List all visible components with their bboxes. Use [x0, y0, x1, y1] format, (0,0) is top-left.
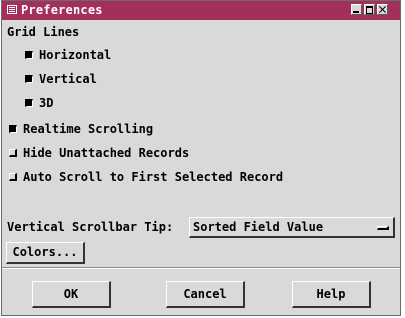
- auto-scroll-checkbox[interactable]: [9, 173, 17, 181]
- scrollbar-tip-label: Vertical Scrollbar Tip:: [7, 220, 174, 234]
- 3d-checkbox[interactable]: [25, 99, 33, 107]
- vertical-checkbox[interactable]: [25, 75, 33, 83]
- cancel-button[interactable]: Cancel: [166, 281, 245, 308]
- auto-scroll-label: Auto Scroll to First Selected Record: [23, 170, 284, 184]
- horizontal-checkbox[interactable]: [25, 51, 33, 59]
- ok-button[interactable]: OK: [32, 281, 111, 308]
- horizontal-label: Horizontal: [39, 48, 112, 62]
- hide-unattached-label: Hide Unattached Records: [23, 146, 190, 160]
- minimize-icon[interactable]: [351, 4, 362, 15]
- scrollbar-tip-dropdown[interactable]: Sorted Field Value: [189, 217, 395, 238]
- hide-unattached-checkbox[interactable]: [9, 149, 17, 157]
- help-button[interactable]: Help: [292, 281, 371, 308]
- 3d-label: 3D: [39, 96, 54, 110]
- vertical-label: Vertical: [39, 72, 97, 86]
- divider: [2, 267, 400, 269]
- scrollbar-tip-value: Sorted Field Value: [193, 220, 324, 234]
- colors-button[interactable]: Colors...: [6, 242, 85, 264]
- window-title: Preferences: [21, 3, 103, 17]
- realtime-scrolling-label: Realtime Scrolling: [23, 122, 154, 136]
- close-icon[interactable]: [377, 4, 388, 15]
- maximize-icon[interactable]: [364, 4, 375, 15]
- window-menu-icon[interactable]: [7, 5, 17, 14]
- option-menu-indicator-icon: [377, 226, 389, 230]
- realtime-scrolling-checkbox[interactable]: [9, 125, 17, 133]
- title-bar[interactable]: Preferences: [2, 1, 400, 20]
- grid-lines-label: Grid Lines: [7, 25, 80, 39]
- preferences-dialog: Preferences Grid Lines Horizontal Vertic…: [1, 0, 401, 316]
